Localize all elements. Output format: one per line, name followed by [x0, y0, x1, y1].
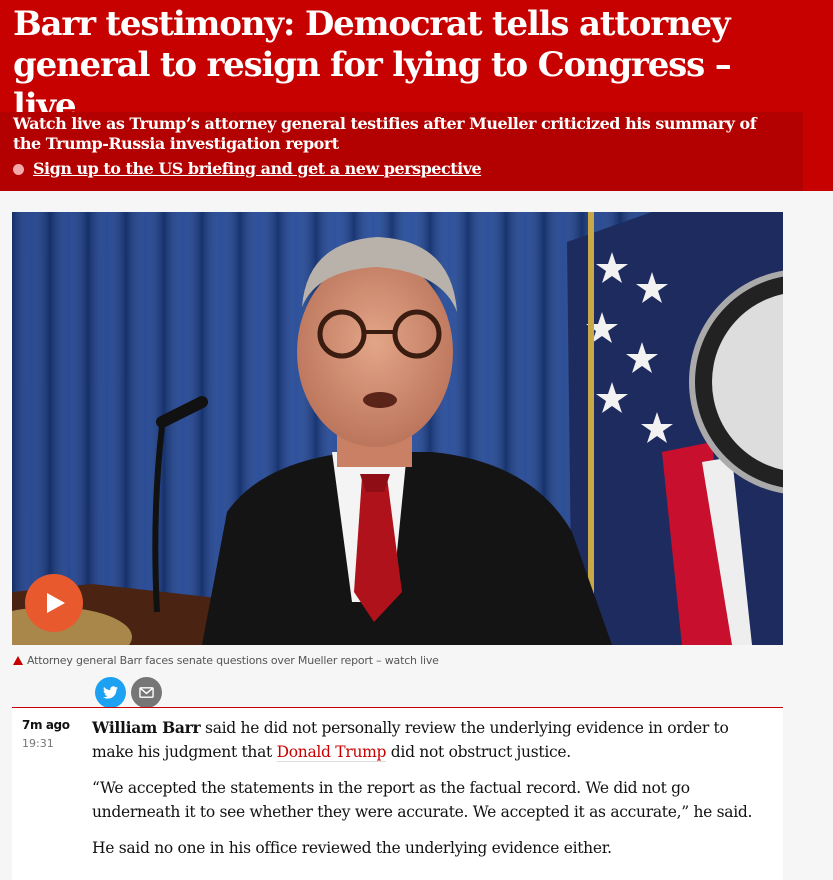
entry-paragraph: “We accepted the statements in the repor… [92, 779, 753, 821]
play-icon [47, 593, 65, 613]
entry-paragraph: He said no one in his office reviewed th… [92, 839, 612, 857]
signup-link[interactable]: Sign up to the US briefing and get a new… [33, 159, 482, 179]
person-name: William Barr [92, 718, 201, 737]
article-headline: Barr testimony: Democrat tells attorney … [13, 4, 732, 126]
video-player[interactable] [12, 212, 783, 645]
entry-body: William Barr said he did not personally … [92, 716, 772, 872]
media-caption: Attorney general Barr faces senate quest… [13, 654, 439, 667]
twitter-icon [103, 686, 118, 699]
email-icon [139, 687, 154, 698]
share-twitter-button[interactable] [95, 677, 126, 708]
signup-row: Sign up to the US briefing and get a new… [13, 159, 482, 179]
article-header: Barr testimony: Democrat tells attorney … [0, 0, 833, 191]
live-blog-entry: 7m ago 19:31 William Barr said he did no… [12, 707, 783, 880]
headline-area: Barr testimony: Democrat tells attorney … [0, 0, 803, 126]
header-content: Barr testimony: Democrat tells attorney … [0, 0, 803, 191]
share-email-button[interactable] [131, 677, 162, 708]
article-standfirst: Watch live as Trump’s attorney general t… [13, 114, 757, 153]
caption-triangle-icon [13, 656, 23, 665]
bullet-dot-icon [13, 163, 24, 175]
donald-trump-link[interactable]: Donald Trump [276, 743, 386, 762]
video-thumbnail [12, 212, 783, 645]
paragraph-text: did not obstruct justice. [386, 743, 571, 761]
standfirst-area: Watch live as Trump’s attorney general t… [0, 112, 803, 191]
entry-paragraph: William Barr said he did not personally … [92, 716, 772, 764]
absolute-time: 19:31 [22, 737, 54, 750]
entry-timestamp: 7m ago 19:31 [22, 718, 70, 750]
play-button[interactable] [25, 574, 83, 632]
relative-time[interactable]: 7m ago [22, 718, 70, 732]
caption-text: Attorney general Barr faces senate quest… [27, 654, 439, 667]
